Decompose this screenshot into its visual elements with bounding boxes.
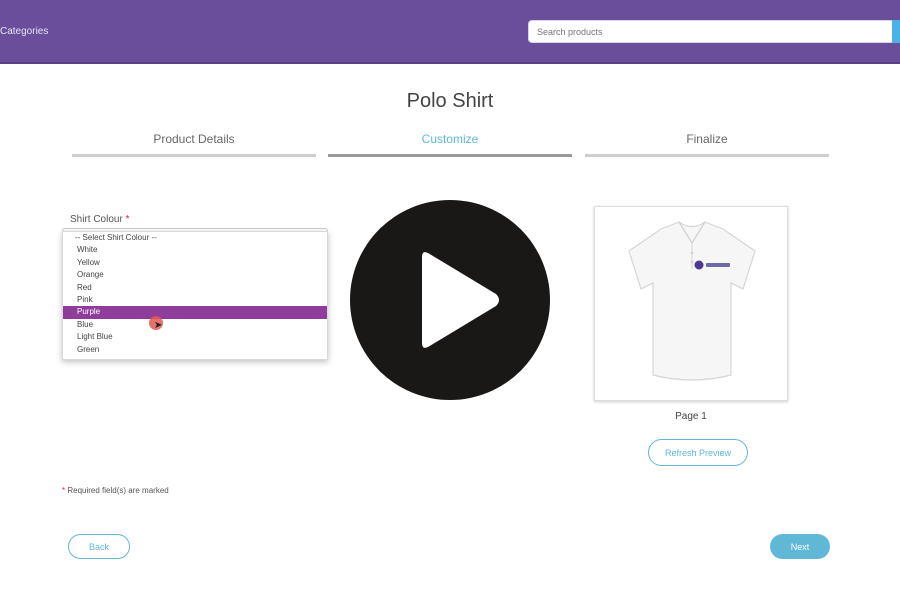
dropdown-option[interactable]: White (63, 244, 327, 256)
dropdown-option[interactable]: Yellow (63, 257, 327, 269)
categories-menu[interactable]: Categories (0, 26, 48, 37)
search-input[interactable] (529, 21, 899, 42)
page-title: Polo Shirt (406, 90, 494, 112)
step-product-details[interactable]: Product Details (72, 132, 316, 157)
step-label: Finalize (686, 132, 728, 146)
shirt-colour-dropdown: -- Select Shirt Colour -- White Yellow O… (62, 231, 328, 360)
mouse-cursor-icon: ➤ (154, 320, 163, 331)
preview-page-label: Page 1 (675, 411, 707, 422)
step-customize[interactable]: Customize (328, 132, 572, 157)
refresh-preview-button[interactable]: Refresh Preview (648, 439, 748, 466)
step-progress-bar (328, 154, 572, 157)
required-marker: * (125, 214, 130, 225)
shirt-colour-label: Shirt Colour * (70, 214, 130, 225)
dropdown-option[interactable]: Orange (63, 269, 327, 281)
product-preview (594, 206, 788, 401)
search-button[interactable] (892, 20, 900, 43)
dropdown-option[interactable]: Red (63, 282, 327, 294)
dropdown-option[interactable]: Light Blue (63, 331, 327, 343)
step-progress-bar (72, 154, 316, 157)
video-play-button[interactable] (350, 200, 550, 400)
step-finalize[interactable]: Finalize (585, 132, 829, 157)
search-field[interactable] (528, 20, 900, 43)
dropdown-option[interactable]: -- Select Shirt Colour -- (63, 232, 327, 244)
step-label: Product Details (153, 132, 235, 146)
dropdown-option-selected[interactable]: Purple (63, 306, 327, 319)
next-button[interactable]: Next (770, 534, 830, 559)
step-progress-bar (585, 154, 829, 157)
dropdown-option[interactable]: Green (63, 344, 327, 356)
required-fields-note: * Required field(s) are marked (62, 486, 169, 495)
play-icon (422, 252, 499, 348)
step-label: Customize (421, 132, 479, 146)
dropdown-option[interactable]: Pink (63, 294, 327, 306)
dropdown-option[interactable]: Blue (63, 319, 327, 331)
top-navigation-bar: Categories (0, 0, 900, 64)
back-button[interactable]: Back (68, 534, 130, 559)
polo-shirt-image (628, 221, 756, 381)
